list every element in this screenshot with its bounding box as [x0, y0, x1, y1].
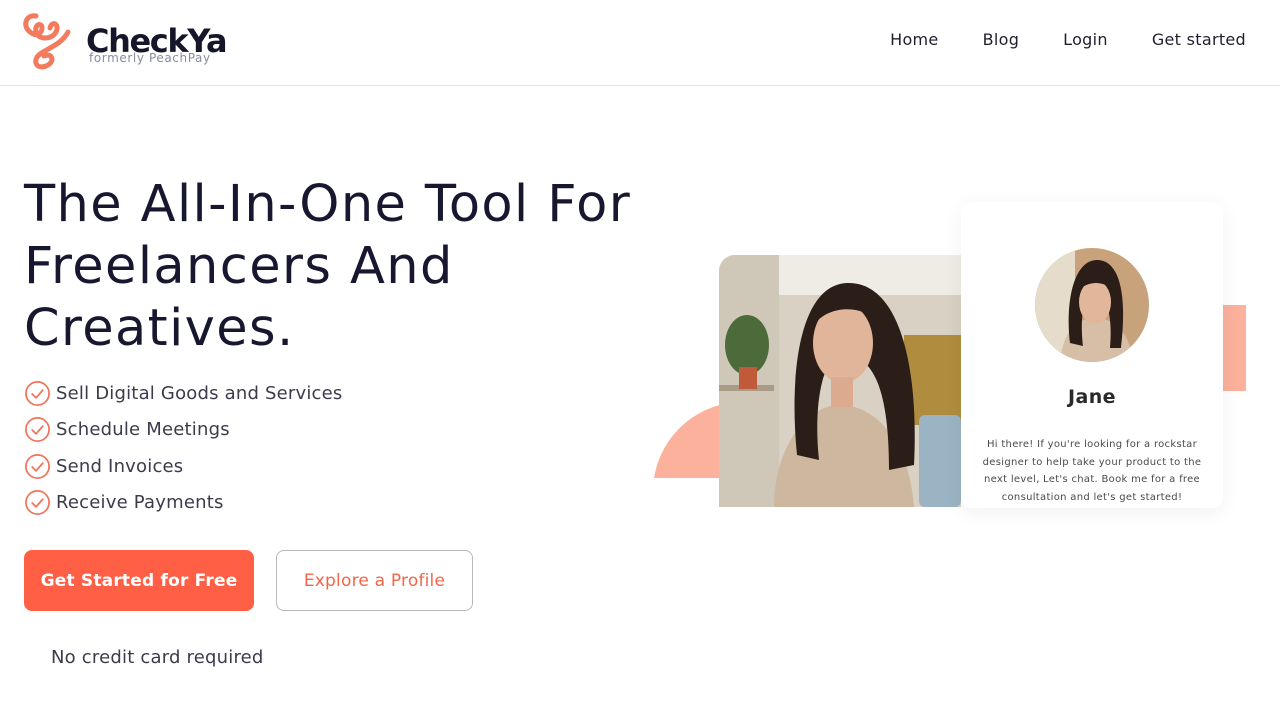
profile-name: Jane	[1068, 386, 1116, 408]
feature-label: Receive Payments	[56, 492, 224, 514]
feature-item: Receive Payments	[24, 485, 343, 522]
profile-avatar	[1035, 248, 1149, 362]
feature-item: Sell Digital Goods and Services	[24, 375, 343, 412]
check-circle-icon	[25, 417, 50, 443]
feature-label: Schedule Meetings	[56, 419, 230, 441]
profile-bio: Hi there! If you're looking for a rockst…	[982, 439, 1202, 503]
decorative-bar-shape	[1222, 305, 1246, 391]
feature-list: Sell Digital Goods and Services Schedule…	[24, 375, 343, 521]
feature-label: Sell Digital Goods and Services	[56, 382, 343, 404]
nav-home-link[interactable]: Home	[890, 30, 938, 49]
freelancer-photo	[719, 255, 961, 507]
main-nav: Home Blog Login Get started	[890, 30, 1246, 49]
hero-title: The All-In-One Tool For Freelancers And …	[24, 175, 632, 358]
feature-item: Send Invoices	[24, 448, 343, 485]
brand-logo[interactable]: CheckYa formerly PeachPay	[22, 10, 252, 72]
nav-blog-link[interactable]: Blog	[983, 30, 1020, 49]
hero-illustration: Jane Hi there! If you're looking for a r…	[650, 190, 1260, 520]
brand-tagline: formerly PeachPay	[89, 51, 211, 65]
nav-get-started-link[interactable]: Get started	[1152, 30, 1246, 49]
feature-label: Send Invoices	[56, 455, 184, 477]
nav-login-link[interactable]: Login	[1063, 30, 1108, 49]
check-circle-icon	[25, 453, 50, 479]
checkya-logo-icon	[23, 13, 71, 70]
profile-card: Jane Hi there! If you're looking for a r…	[961, 202, 1223, 508]
check-circle-icon	[25, 380, 50, 406]
get-started-free-button[interactable]: Get Started for Free	[24, 550, 254, 611]
feature-item: Schedule Meetings	[24, 412, 343, 449]
check-circle-icon	[25, 490, 50, 516]
explore-profile-button[interactable]: Explore a Profile	[276, 550, 473, 611]
site-header: CheckYa formerly PeachPay Home Blog Logi…	[0, 0, 1280, 86]
no-credit-card-note: No credit card required	[51, 647, 264, 668]
